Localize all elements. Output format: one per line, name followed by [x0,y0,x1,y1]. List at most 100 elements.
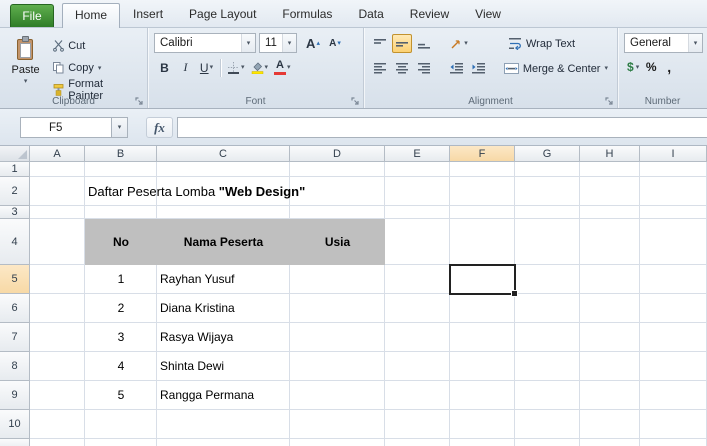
tab-page-layout[interactable]: Page Layout [176,3,269,27]
ribbon-group-alignment: ▾ Wrap Text Merge & Center ▾ Alignment [364,28,618,108]
merge-center-icon [503,63,519,74]
cell-no[interactable]: 4 [85,352,157,381]
formula-input[interactable] [177,117,707,138]
table-header-row[interactable]: No Nama Peserta Usia [85,219,385,265]
paste-label: Paste [11,64,40,76]
middle-align-button[interactable] [392,34,412,53]
format-painter-icon [53,84,64,96]
orientation-icon [451,40,460,49]
tab-review[interactable]: Review [397,3,462,27]
cell-nama[interactable]: Diana Kristina [160,294,400,323]
clipboard-dialog-launcher[interactable] [135,97,144,106]
align-center-icon [396,63,408,74]
ribbon: Paste ▾ Cut Copy ▾ Format Painter Clipbo… [0,28,707,109]
dropdown-caret-icon: ▾ [97,64,102,72]
middle-align-icon [396,42,408,47]
fill-color-button[interactable]: ▾ [248,57,272,78]
cell-nama[interactable]: Shinta Dewi [160,352,400,381]
decrease-font-size-button[interactable]: A ▾ [324,33,346,53]
ribbon-group-font: Calibri ▾ 11 ▾ A ▴ A ▾ B I U ▾ ▾ ▾ A ▾ F… [148,28,364,108]
font-color-icon: A [274,60,287,75]
up-arrow-icon: ▴ [316,40,320,47]
comma-style-button[interactable]: , [660,57,678,77]
cell-nama[interactable]: Rangga Permana [160,381,400,410]
underline-button[interactable]: U ▾ [196,57,217,78]
ribbon-group-number: General ▾ $ ▾ % , Number [618,28,707,108]
dropdown-caret-icon: ▾ [464,40,468,47]
align-left-icon [374,63,386,74]
tab-formulas[interactable]: Formulas [269,3,345,27]
selected-cell-F5[interactable] [449,264,518,297]
tab-data[interactable]: Data [345,3,396,27]
bold-button[interactable]: B [154,57,175,78]
excel-window: File Home Insert Page Layout Formulas Da… [0,0,707,446]
font-color-button[interactable]: A ▾ [271,57,294,78]
cell-no[interactable]: 5 [85,381,157,410]
dialog-launcher-icon [135,97,143,105]
percent-style-button[interactable]: % [642,57,660,77]
bottom-align-button[interactable] [414,34,434,53]
fill-color-icon [251,62,263,74]
cut-label: Cut [68,40,86,52]
tab-view[interactable]: View [462,3,514,27]
dialog-launcher-icon [351,97,359,105]
decrease-indent-button[interactable] [446,59,466,78]
number-format-select[interactable]: General ▾ [624,33,703,53]
font-family-select[interactable]: Calibri ▾ [154,33,256,53]
orientation-button[interactable]: ▾ [446,34,472,53]
dropdown-caret-icon: ▾ [282,34,296,52]
header-cell-no[interactable]: No [85,219,157,265]
italic-button[interactable]: I [175,57,196,78]
table-row: 5 Rangga Permana [0,381,450,410]
cell-no[interactable]: 1 [85,265,157,294]
merge-center-button[interactable]: Merge & Center ▾ [499,58,613,79]
font-size-select[interactable]: 11 ▾ [259,33,297,53]
tab-home[interactable]: Home [62,3,121,28]
alignment-dialog-launcher[interactable] [605,97,614,106]
merge-center-label: Merge & Center [522,62,601,75]
copy-button[interactable]: Copy ▾ [49,58,143,78]
cut-button[interactable]: Cut [49,36,143,56]
dropdown-caret-icon: ▾ [23,78,28,85]
borders-button[interactable]: ▾ [224,57,248,78]
increase-indent-button[interactable] [468,59,488,78]
font-dialog-launcher[interactable] [351,97,360,106]
header-cell-usia[interactable]: Usia [290,219,385,265]
name-box-value: F5 [49,121,63,134]
wrap-text-button[interactable]: Wrap Text [504,33,580,54]
dropdown-caret-icon: ▾ [209,64,214,71]
name-box-dropdown[interactable]: ▾ [112,117,128,138]
cell-title-B2[interactable]: Daftar Peserta Lomba "Web Design" [88,177,305,206]
tab-insert[interactable]: Insert [120,3,176,27]
cell-nama[interactable]: Rayhan Yusuf [160,265,400,294]
increase-font-size-button[interactable]: A ▴ [302,33,324,53]
cell-no[interactable]: 2 [85,294,157,323]
top-align-button[interactable] [370,34,390,53]
header-cell-nama[interactable]: Nama Peserta [157,219,290,265]
insert-function-button[interactable]: fx [146,117,173,138]
align-center-button[interactable] [392,59,412,78]
number-group-label: Number [644,96,681,107]
accounting-format-button[interactable]: $ ▾ [624,57,642,77]
font-group-label: Font [245,96,266,107]
fx-icon: fx [154,119,165,135]
clipboard-group-label: Clipboard [52,96,95,107]
ribbon-group-clipboard: Paste ▾ Cut Copy ▾ Format Painter Clipbo… [0,28,148,108]
wrap-text-label: Wrap Text [526,37,576,50]
scissors-icon [53,40,65,52]
table-row: 4 Shinta Dewi [0,352,450,381]
align-right-button[interactable] [414,59,434,78]
font-family-value: Calibri [160,37,193,49]
down-arrow-icon: ▾ [337,40,341,47]
tab-file[interactable]: File [10,4,54,27]
dropdown-caret-icon: ▾ [241,64,245,71]
formula-bar: F5 ▾ fx [0,109,707,146]
name-box[interactable]: F5 [20,117,112,138]
cell-no[interactable]: 3 [85,323,157,352]
align-left-button[interactable] [370,59,390,78]
spreadsheet: A B C D E F G H I 1 2 3 4 5 6 7 8 9 10 Daftar Peserta Lomb… [0,146,707,446]
cell-nama[interactable]: Rasya Wijaya [160,323,400,352]
dropdown-caret-icon: ▾ [264,64,269,71]
paste-button[interactable]: Paste ▾ [6,33,45,95]
decrease-indent-icon [449,63,463,74]
